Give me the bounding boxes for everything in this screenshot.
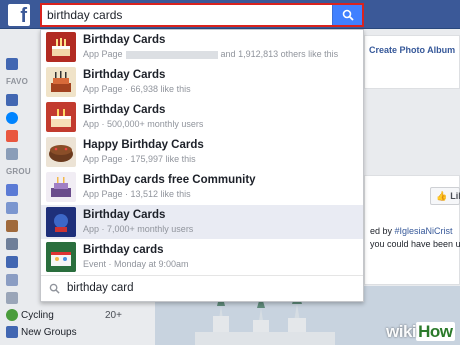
cake-red-icon xyxy=(46,32,76,62)
watermark-part-1: wiki xyxy=(386,322,417,341)
result-subtitle: App Page · 66,938 like this xyxy=(83,84,191,94)
result-title: BirthDay cards free Community xyxy=(83,174,256,186)
result-subtitle: App · 7,000+ monthly users xyxy=(83,224,194,234)
search-button[interactable] xyxy=(332,5,362,25)
like-page-button[interactable]: 👍 Lik xyxy=(430,187,460,205)
left-sidebar: FAVO GROU xyxy=(0,29,42,345)
search-icon xyxy=(342,9,354,21)
cake-chocolate-icon xyxy=(46,137,76,167)
result-subtitle: App · 500,000+ monthly users xyxy=(83,119,204,129)
sidebar-item-group-6[interactable] xyxy=(6,273,42,287)
search-result-item[interactable]: BirthDay cards free Community App Page ·… xyxy=(41,170,363,204)
result-title: Birthday Cards xyxy=(83,104,166,116)
photos-icon xyxy=(6,148,18,160)
search-input[interactable] xyxy=(42,5,332,25)
search-result-item[interactable]: Birthday Cards App Page · 66,938 like th… xyxy=(41,65,363,99)
result-likes: and 1,912,813 others like this xyxy=(220,49,339,59)
result-title: Birthday cards xyxy=(83,244,164,256)
sidebar-item-news-feed[interactable] xyxy=(6,93,42,107)
sidebar-item-group-5[interactable] xyxy=(6,255,42,269)
result-title: Birthday Cards xyxy=(83,34,166,46)
result-title: Birthday Cards xyxy=(83,69,166,81)
group-icon xyxy=(6,184,18,196)
group-icon xyxy=(6,256,18,268)
events-icon xyxy=(6,130,18,142)
like-label: Lik xyxy=(450,191,460,201)
groups-heading: GROU xyxy=(6,167,31,176)
notification-count: 20+ xyxy=(105,309,122,321)
sidebar-item-edit-profile[interactable] xyxy=(6,57,42,71)
new-groups-icon xyxy=(6,326,18,338)
sidebar-item-events[interactable] xyxy=(6,129,42,143)
search-suggestions-dropdown: Birthday Cards App Page and 1,912,813 oth… xyxy=(40,29,364,302)
result-subtitle: App Page · 175,997 like this xyxy=(83,154,196,164)
group-icon xyxy=(6,202,18,214)
group-icon xyxy=(6,220,18,232)
watermark-part-2: How xyxy=(416,322,455,341)
party-icon xyxy=(46,242,76,272)
post-line-2: you could have been us xyxy=(370,239,460,249)
post-line-1-text: ed by xyxy=(370,226,395,236)
sidebar-item-photos[interactable] xyxy=(6,147,42,161)
profile-icon xyxy=(6,58,18,70)
result-subtitle: App Page and 1,912,813 others like this xyxy=(83,49,338,59)
sidebar-item-cycling[interactable]: Cycling 20+ xyxy=(6,308,136,322)
create-photo-album-link[interactable]: Create Photo Album xyxy=(369,45,455,55)
sidebar-item-group-3[interactable] xyxy=(6,219,42,233)
sidebar-item-label: Cycling xyxy=(21,309,54,321)
result-title: Happy Birthday Cards xyxy=(83,139,204,151)
result-subtitle: App Page · 13,512 like this xyxy=(83,189,191,199)
news-feed-icon xyxy=(6,94,18,106)
search-result-item[interactable]: Happy Birthday Cards App Page · 175,997 … xyxy=(41,135,363,169)
facebook-logo-icon[interactable]: f xyxy=(8,4,30,26)
result-type: App Page xyxy=(83,49,123,59)
result-title: Birthday Cards xyxy=(83,209,166,221)
search-result-item[interactable]: Birthday Cards App · 500,000+ monthly us… xyxy=(41,100,363,134)
composer-panel xyxy=(364,35,460,89)
search-for-query-item[interactable]: birthday card xyxy=(41,275,363,301)
like-icon: 👍 xyxy=(436,190,448,201)
sidebar-item-group-7[interactable] xyxy=(6,291,42,305)
search-result-item[interactable]: Birthday Cards App · 7,000+ monthly user… xyxy=(41,205,363,239)
cycling-group-icon xyxy=(6,309,18,321)
cake-red-icon xyxy=(46,102,76,132)
sidebar-item-group-1[interactable] xyxy=(6,183,42,197)
wikihow-watermark: wiki How xyxy=(386,322,455,342)
search-result-item[interactable]: Birthday cards Event · Monday at 9:00am xyxy=(41,240,363,274)
search-icon xyxy=(49,283,60,294)
blue-card-icon xyxy=(46,207,76,237)
sidebar-item-messages[interactable] xyxy=(6,111,42,125)
blurred-text xyxy=(125,50,218,59)
group-icon xyxy=(6,274,18,286)
favorites-heading: FAVO xyxy=(6,77,28,86)
messages-icon xyxy=(6,112,18,124)
group-icon xyxy=(6,238,18,250)
cake-candles-icon xyxy=(46,67,76,97)
search-box[interactable] xyxy=(40,3,364,27)
top-navigation-bar: f xyxy=(0,0,460,29)
sidebar-item-group-2[interactable] xyxy=(6,201,42,215)
result-subtitle: Event · Monday at 9:00am xyxy=(83,259,189,269)
hashtag-link[interactable]: #IglesiaNiCrist xyxy=(395,226,453,236)
search-result-item[interactable]: Birthday Cards App Page and 1,912,813 oth… xyxy=(41,30,363,64)
group-icon xyxy=(6,292,18,304)
sidebar-item-new-groups[interactable]: New Groups xyxy=(6,325,136,339)
cake-purple-icon xyxy=(46,172,76,202)
search-for-label: birthday card xyxy=(67,282,134,294)
sidebar-item-label: New Groups xyxy=(21,326,77,338)
sidebar-item-group-4[interactable] xyxy=(6,237,42,251)
post-line-1: ed by #IglesiaNiCrist xyxy=(370,226,453,236)
